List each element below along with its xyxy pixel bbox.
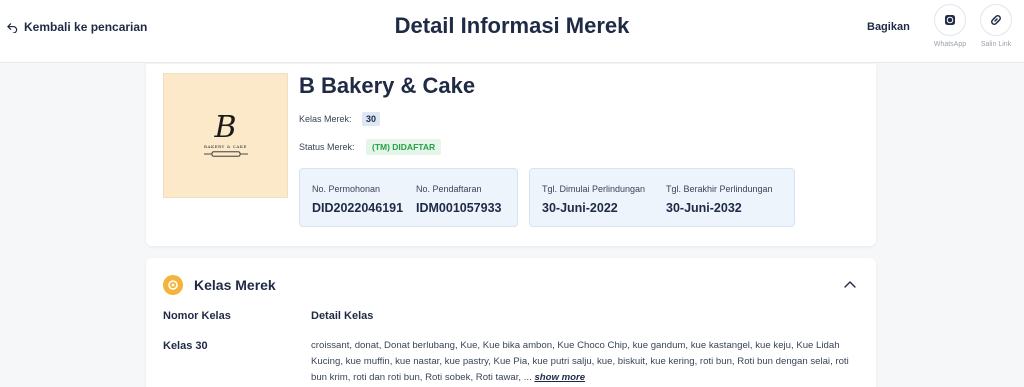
registration-numbers-box: No. Permohonan DID2022046191 No. Pendaft… — [299, 168, 518, 227]
status-badge: (TM) DIDAFTAR — [366, 139, 442, 155]
brand-name: B Bakery & Cake — [299, 73, 476, 98]
class-number: Kelas 30 — [163, 340, 208, 352]
class-detail-header: Detail Kelas — [311, 310, 374, 322]
logo-text: BAKERY & CAKE — [203, 144, 248, 149]
protection-start-date: 30-Juni-2022 — [542, 201, 618, 215]
application-number: DID2022046191 — [312, 201, 404, 215]
rolling-pin-icon — [203, 151, 248, 157]
back-arrow-icon — [7, 22, 18, 33]
application-number-label: No. Permohonan — [312, 184, 381, 194]
chevron-up-icon[interactable] — [842, 278, 858, 292]
protection-end-date: 30-Juni-2032 — [666, 201, 742, 215]
status-label: Status Merek: — [299, 142, 355, 152]
link-icon — [991, 15, 1001, 25]
top-bar: Kembali ke pencarian Detail Informasi Me… — [0, 0, 1024, 63]
whatsapp-caption: WhatsApp — [933, 41, 967, 48]
class-number-header: Nomor Kelas — [163, 310, 231, 322]
copy-link-caption: Salin Link — [980, 41, 1012, 48]
whatsapp-icon — [945, 15, 955, 25]
brand-logo: B BAKERY & CAKE — [163, 73, 288, 198]
protection-dates-box: Tgl. Dimulai Perlindungan 30-Juni-2022 T… — [529, 168, 795, 227]
back-label: Kembali ke pencarian — [24, 20, 148, 34]
back-to-search-link[interactable]: Kembali ke pencarian — [7, 20, 147, 34]
class-section-icon — [163, 275, 183, 295]
copy-link-button[interactable] — [980, 4, 1012, 36]
class-section-title: Kelas Merek — [194, 277, 276, 293]
class-badge: 30 — [362, 112, 381, 126]
class-label: Kelas Merek: — [299, 114, 352, 124]
show-more-link[interactable]: show more — [534, 372, 585, 383]
whatsapp-share-button[interactable] — [934, 4, 966, 36]
protection-end-label: Tgl. Berakhir Perlindungan — [666, 184, 773, 194]
class-detail-text: croissant, donat, Donat berlubang, Kue, … — [311, 338, 859, 386]
share-label: Bagikan — [867, 21, 910, 33]
registration-number: IDM001057933 — [416, 201, 502, 215]
protection-start-label: Tgl. Dimulai Perlindungan — [542, 184, 646, 194]
logo-letter: B — [214, 110, 237, 145]
registration-number-label: No. Pendaftaran — [416, 184, 482, 194]
tag-icon — [168, 280, 178, 290]
